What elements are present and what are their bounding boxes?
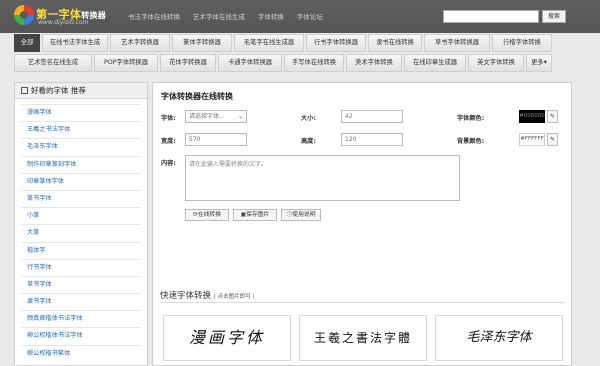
height-input[interactable]: 120 [341, 133, 403, 146]
category-tab[interactable]: 篆体字转换器 [172, 34, 232, 52]
size-label: 大小: [301, 115, 316, 122]
help-button[interactable]: ⓘ使用说明 [281, 209, 321, 221]
content-label: 内容: [161, 160, 176, 167]
font-sample-thumb[interactable]: 毛泽东字体 [435, 315, 563, 361]
sidebar-item[interactable]: 大篆 [21, 224, 141, 241]
divider [160, 302, 565, 303]
sidebar-item[interactable]: 印章篆体字体 [21, 172, 141, 190]
width-input[interactable]: 570 [185, 133, 247, 146]
top-nav: 书法字体在线转换 艺术字体在线生成 字体转换 字体论坛 [128, 11, 334, 21]
logo-url: www.diyiziti.com [38, 19, 89, 26]
sidebar-item[interactable]: 小篆 [21, 207, 141, 224]
search-input[interactable] [443, 10, 539, 23]
content-textarea[interactable]: 请在此输入需要转换的文字。 [185, 155, 460, 201]
size-input[interactable]: 42 [341, 110, 403, 123]
category-tab[interactable]: 手写体在线转换 [284, 54, 344, 72]
category-tab[interactable]: 花体字转换器 [160, 54, 216, 72]
font-color-label: 字体颜色: [457, 115, 485, 122]
sidebar: 好看的字体 推荐 漫画字体 王羲之书法字体 毛泽东字体 制作印章篆刻字体 印章篆… [14, 82, 148, 366]
category-more[interactable]: 更多▾ [526, 54, 552, 72]
category-tab[interactable]: 草书字体转换器 [424, 34, 490, 52]
font-sample-thumb[interactable]: 王羲之書法字體 [299, 315, 427, 361]
category-tab[interactable]: 隶书在线转换 [368, 34, 422, 52]
category-all[interactable]: 全部 [14, 34, 40, 52]
category-tab[interactable]: 英文字体转换 [468, 54, 524, 72]
category-tab[interactable]: 艺术签名在线生成 [14, 54, 92, 72]
sidebar-item[interactable]: 王羲之书法字体 [21, 121, 141, 138]
font-select[interactable]: 请选择字体... ⌄ [185, 110, 247, 123]
sidebar-item[interactable]: 行书字体 [21, 258, 141, 276]
quick-convert-title: 快速字体转换 ( 点击图片即可 ) [160, 291, 255, 301]
sidebar-item[interactable]: 颜真卿楷体书法字体 [21, 310, 141, 327]
converter-title: 字体转换器在线转换 [161, 92, 233, 101]
bg-color-label: 背景颜色: [457, 138, 485, 145]
sidebar-item[interactable]: 隶书字体 [21, 293, 141, 310]
quick-convert-hint: ( 点击图片即可 ) [213, 294, 255, 300]
chevron-down-icon: ⌄ [237, 113, 243, 120]
list-icon [21, 87, 28, 94]
font-select-value: 请选择字体... [189, 113, 225, 120]
category-tab[interactable]: 在线书法字体生成 [42, 34, 108, 52]
sidebar-header: 好看的字体 推荐 [15, 83, 147, 99]
top-nav-item[interactable]: 字体论坛 [297, 13, 323, 21]
category-tab[interactable]: 艺术字转换器 [110, 34, 170, 52]
category-tab[interactable]: 行书字体转换器 [306, 34, 366, 52]
font-sample-thumb[interactable]: 漫画字体 [163, 315, 291, 361]
sidebar-item[interactable]: 柳公权楷书繁体 [21, 344, 141, 362]
width-label: 宽度: [161, 138, 176, 145]
sidebar-item[interactable]: 柳公权楷体书法字体 [21, 327, 141, 344]
top-nav-item[interactable]: 书法字体在线转换 [128, 13, 180, 21]
logo-icon [14, 5, 34, 25]
category-bar: 全部 在线书法字体生成 艺术字转换器 篆体字转换器 毛笔字在线生成器 行书字体转… [14, 34, 574, 74]
sidebar-title: 好看的字体 推荐 [31, 86, 86, 95]
save-image-button[interactable]: ▣保存图片 [233, 209, 277, 221]
top-nav-item[interactable]: 字体转换 [258, 13, 284, 21]
category-tab[interactable]: 行楷字体转换 [492, 34, 552, 52]
top-bar: 第一字体转换器 www.diyiziti.com 书法字体在线转换 艺术字体在线… [0, 0, 600, 33]
sidebar-item[interactable]: 制作印章篆刻字体 [21, 155, 141, 173]
bg-color-swatch[interactable]: #FFFFFF [519, 133, 545, 146]
color-picker-icon[interactable]: ✎ [547, 133, 558, 146]
sidebar-item[interactable]: 楷体字 [21, 241, 141, 259]
category-tab[interactable]: 卡通字体转换器 [218, 54, 282, 72]
font-label: 字体: [161, 115, 176, 122]
converter-panel: 字体转换器在线转换 字体: 请选择字体... ⌄ 大小: 42 字体颜色: #00… [152, 82, 572, 366]
category-tab[interactable]: 美术字体转换 [346, 54, 402, 72]
category-tab[interactable]: POP字体转换器 [94, 54, 158, 72]
sidebar-item[interactable]: 草书字体 [21, 275, 141, 293]
font-color-swatch[interactable]: #000000 [519, 110, 545, 123]
color-picker-icon[interactable]: ✎ [547, 110, 558, 123]
category-tab[interactable]: 在线印章生成器 [404, 54, 466, 72]
sidebar-item[interactable]: 漫画字体 [21, 104, 141, 121]
category-tab[interactable]: 毛笔字在线生成器 [234, 34, 304, 52]
sidebar-item[interactable]: 篆书字体 [21, 189, 141, 207]
sidebar-list: 漫画字体 王羲之书法字体 毛泽东字体 制作印章篆刻字体 印章篆体字体 篆书字体 … [15, 99, 147, 362]
site-logo[interactable]: 第一字体转换器 www.diyiziti.com [14, 5, 118, 27]
search-button[interactable]: 搜索 [542, 10, 566, 23]
top-nav-item[interactable]: 艺术字体在线生成 [193, 13, 245, 21]
height-label: 高度: [301, 138, 316, 145]
sidebar-item[interactable]: 毛泽东字体 [21, 138, 141, 155]
convert-button[interactable]: ⟳在线转换 [185, 209, 229, 221]
